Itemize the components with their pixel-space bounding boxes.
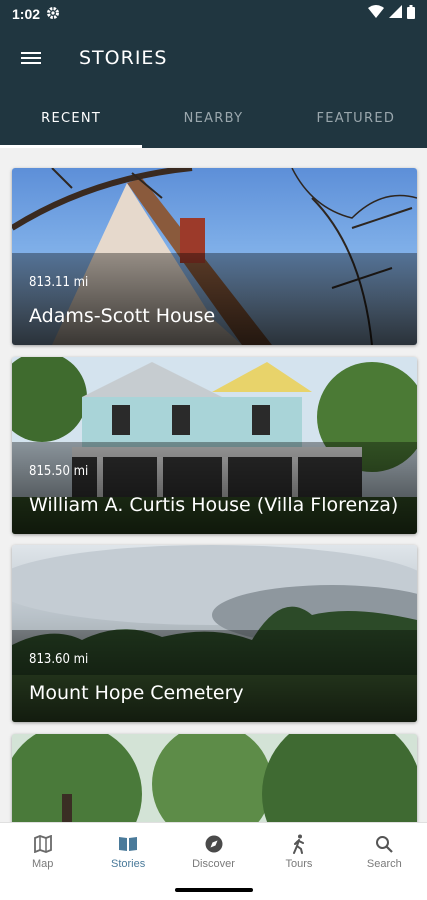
story-title: Adams-Scott House: [29, 305, 216, 327]
nav-stories[interactable]: Stories: [85, 823, 170, 880]
search-icon: [375, 833, 394, 855]
wifi-icon: [368, 5, 384, 23]
nav-discover-label: Discover: [192, 858, 235, 870]
status-time: 1:02: [12, 6, 41, 22]
story-distance: 815.50 mi: [29, 464, 89, 479]
page-title: STORIES: [79, 47, 168, 69]
bottom-navigation: Map Stories Discover Tours Search: [0, 822, 427, 880]
hamburger-menu-icon: [21, 49, 41, 67]
walking-icon: [292, 833, 306, 855]
story-card[interactable]: 813.60 mi Mount Hope Cemetery: [12, 545, 417, 722]
story-distance: 813.60 mi: [29, 652, 89, 667]
story-distance: 813.11 mi: [29, 275, 89, 290]
settings-gear-icon: [46, 6, 60, 23]
nav-map-label: Map: [32, 858, 54, 870]
story-title: Mount Hope Cemetery: [29, 682, 244, 704]
story-card[interactable]: [12, 734, 417, 822]
tab-bar: RECENT NEARBY FEATURED: [0, 88, 427, 148]
story-card[interactable]: 813.11 mi Adams-Scott House: [12, 168, 417, 345]
app-screen: 1:02 STORIES RECENT NEARBY FEATURED 813.…: [0, 0, 427, 900]
gesture-bar: [0, 880, 427, 900]
status-icons: [368, 4, 415, 24]
story-list[interactable]: 813.11 mi Adams-Scott House 815.50 mi Wi…: [0, 148, 427, 822]
book-icon: [118, 833, 138, 855]
nav-search-label: Search: [366, 858, 402, 870]
story-image: [12, 734, 417, 822]
story-title: William A. Curtis House (Villa Florenza): [29, 494, 399, 516]
menu-button[interactable]: [0, 28, 62, 88]
status-bar: 1:02: [0, 0, 427, 28]
nav-stories-label: Stories: [110, 858, 146, 870]
nav-tours[interactable]: Tours: [256, 823, 341, 880]
tab-nearby[interactable]: NEARBY: [142, 88, 284, 148]
app-toolbar: STORIES: [0, 28, 427, 88]
tab-recent[interactable]: RECENT: [0, 88, 143, 148]
map-icon: [33, 833, 52, 855]
home-gesture-handle[interactable]: [175, 888, 253, 892]
battery-icon: [407, 4, 415, 24]
compass-icon: [205, 833, 223, 855]
tab-featured[interactable]: FEATURED: [285, 88, 427, 148]
nav-map[interactable]: Map: [0, 823, 85, 880]
nav-search[interactable]: Search: [342, 823, 427, 880]
nav-discover[interactable]: Discover: [171, 823, 256, 880]
signal-icon: [389, 5, 402, 23]
nav-tours-label: Tours: [285, 858, 313, 870]
story-card[interactable]: 815.50 mi William A. Curtis House (Villa…: [12, 357, 417, 534]
